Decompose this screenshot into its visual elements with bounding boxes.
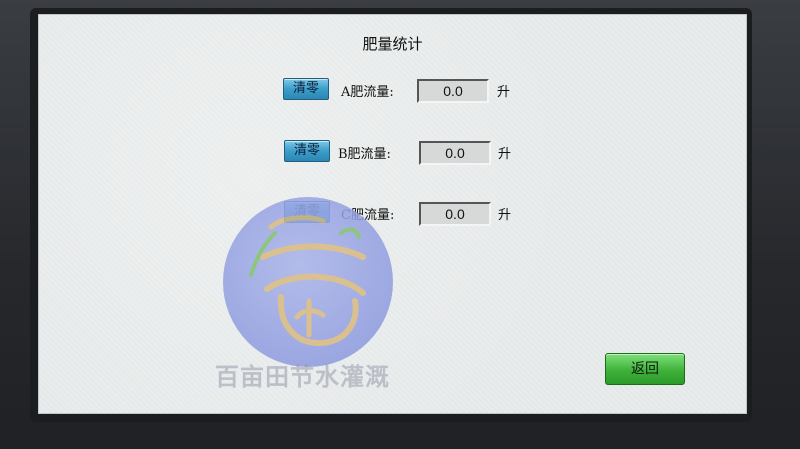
unit-b: 升 [498, 147, 512, 162]
brand-watermark: 百亩田节水灌溉 [215, 362, 390, 391]
clear-button-a[interactable]: 清零 [283, 78, 329, 100]
label-b-flow: B肥流量: [338, 147, 391, 162]
back-button[interactable]: 返回 [605, 353, 685, 385]
value-b-flow[interactable]: 0.0 [419, 141, 491, 165]
value-c-flow[interactable]: 0.0 [419, 202, 491, 226]
hmi-screen: 肥量统计 清零 A肥流量: 0.0 升 清零 B肥流量: 0.0 升 清零 C肥… [38, 14, 747, 414]
value-a-flow[interactable]: 0.0 [417, 79, 489, 103]
clear-button-b[interactable]: 清零 [284, 140, 330, 162]
page-title: 肥量统计 [362, 35, 423, 53]
unit-c: 升 [498, 208, 512, 223]
unit-a: 升 [497, 85, 511, 100]
brand-logo-icon [223, 197, 393, 367]
label-a-flow: A肥流量: [341, 85, 394, 100]
